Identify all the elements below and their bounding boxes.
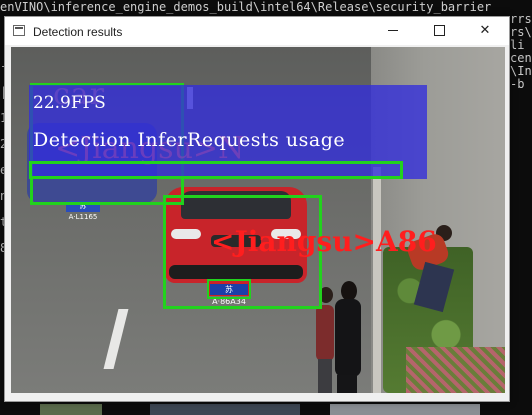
background-thumbnail [40,404,102,415]
infer-requests-usage-label: Detection InferRequests usage [33,129,346,151]
console-path-line: enVINO\inference_engine_demos_build\inte… [0,0,492,14]
detection-results-window[interactable]: Detection results ✕ 苏A·L1165 苏A·86A34 ca… [4,16,510,402]
window-title: Detection results [33,25,123,39]
maximize-icon [433,25,445,36]
minimize-button[interactable] [370,17,416,45]
curb [373,167,381,393]
pedestrian [316,305,334,361]
plate-recognition-label: <Jiangsu>A86 [211,225,437,258]
close-button[interactable]: ✕ [462,17,508,45]
infer-requests-usage-bar [29,161,403,179]
app-window-icon [13,25,25,36]
fps-counter: 22.9FPS [33,93,106,113]
pedestrian [318,359,332,393]
console-right-fragments: rrs rs\ li cen \In -b [510,13,532,91]
title-bar[interactable]: Detection results ✕ [5,17,509,45]
pedestrian [335,299,361,377]
pedestrian [337,375,357,393]
maximize-button[interactable] [416,17,462,45]
background-windows-strip [0,404,532,415]
pedestrian [341,281,357,301]
console-fragment: -b [510,77,525,91]
plate-detection-box [207,279,251,299]
minimize-icon [388,30,398,31]
background-thumbnail [150,404,300,415]
video-frame: 苏A·L1165 苏A·86A34 car <Jiangsu>N 22.9FPS… [11,47,505,393]
background-thumbnail [330,404,480,415]
flower-bed [406,347,505,393]
